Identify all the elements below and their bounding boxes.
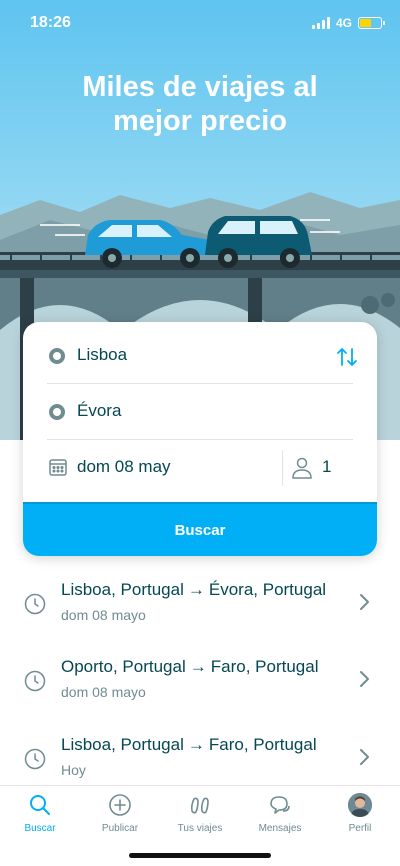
chevron-right-icon	[360, 671, 369, 687]
chevron-right-icon	[360, 594, 369, 610]
route-from: Lisboa, Portugal	[61, 735, 184, 754]
avatar	[348, 793, 372, 817]
origin-field[interactable]: Lisboa	[23, 328, 377, 384]
home-indicator	[129, 853, 271, 858]
status-time: 18:26	[30, 14, 71, 31]
chat-icon	[270, 796, 290, 814]
tab-label: Tus viajes	[177, 823, 223, 834]
origin-value: Lisboa	[77, 345, 128, 364]
route-from: Lisboa, Portugal	[61, 580, 184, 599]
tab-perfil[interactable]: Perfil	[320, 793, 400, 839]
arrow: →	[187, 580, 205, 599]
trips-icon	[190, 797, 209, 814]
clock-icon	[24, 593, 46, 615]
chevron-right-icon	[360, 749, 369, 765]
route-date: dom 08 mayo	[61, 607, 146, 623]
route-text: Oporto, Portugal → Faro, Portugal	[61, 657, 318, 677]
person-icon[interactable]	[291, 456, 313, 480]
network-label: 4G	[335, 16, 352, 30]
tab-label: Perfil	[348, 823, 372, 834]
passenger-count[interactable]: 1	[322, 457, 331, 477]
date-field[interactable]: dom 08 may	[77, 457, 171, 477]
tab-label: Publicar	[101, 823, 139, 834]
route-text: Lisboa, Portugal → Faro, Portugal	[61, 735, 317, 755]
clock-icon	[24, 748, 46, 770]
recent-search-item[interactable]: Oporto, Portugal → Faro, Portugal dom 08 m…	[0, 642, 400, 718]
route-date: dom 08 mayo	[61, 684, 146, 700]
clock-icon	[24, 670, 46, 692]
hero-title-line1: Miles de viajes al	[82, 71, 318, 103]
route-text: Lisboa, Portugal → Évora, Portugal	[61, 580, 326, 600]
tab-buscar[interactable]: Buscar	[0, 793, 80, 839]
route-from: Oporto, Portugal	[61, 657, 186, 676]
search-card: Lisboa Évora dom 08 may 1 Buscar	[23, 322, 377, 556]
search-icon	[30, 795, 50, 815]
route-to: Évora, Portugal	[208, 580, 327, 599]
recent-search-item[interactable]: Lisboa, Portugal → Évora, Portugal dom 08 …	[0, 565, 400, 641]
search-button[interactable]: Buscar	[23, 502, 377, 556]
hero-title: Miles de viajes al mejor precio	[0, 70, 400, 138]
route-to: Faro, Portugal	[208, 735, 317, 754]
destination-value: Évora	[77, 401, 122, 420]
tab-label: Buscar	[24, 823, 56, 834]
tab-label: Mensajes	[258, 823, 302, 834]
avatar-image	[348, 793, 372, 817]
tab-tus-viajes[interactable]: Tus viajes	[160, 793, 240, 839]
tab-publicar[interactable]: Publicar	[80, 793, 160, 839]
destination-dot-icon	[49, 404, 65, 420]
tab-mensajes[interactable]: Mensajes	[240, 793, 320, 839]
signal-icon	[311, 17, 330, 29]
route-date: Hoy	[61, 762, 86, 778]
arrow: →	[189, 657, 207, 676]
swap-icon[interactable]	[335, 345, 359, 369]
destination-field[interactable]: Évora	[23, 384, 377, 440]
date-passenger-row: dom 08 may 1	[23, 440, 377, 496]
origin-dot-icon	[49, 348, 65, 364]
arrow: →	[187, 735, 205, 754]
route-to: Faro, Portugal	[210, 657, 319, 676]
status-bar: 18:26 4G	[0, 0, 400, 44]
vertical-divider	[282, 450, 283, 486]
calendar-icon	[49, 459, 67, 476]
status-indicators: 4G	[311, 16, 385, 30]
plus-circle-icon	[109, 794, 131, 816]
hero-title-line2: mejor precio	[112, 105, 288, 137]
battery-icon	[358, 17, 385, 29]
